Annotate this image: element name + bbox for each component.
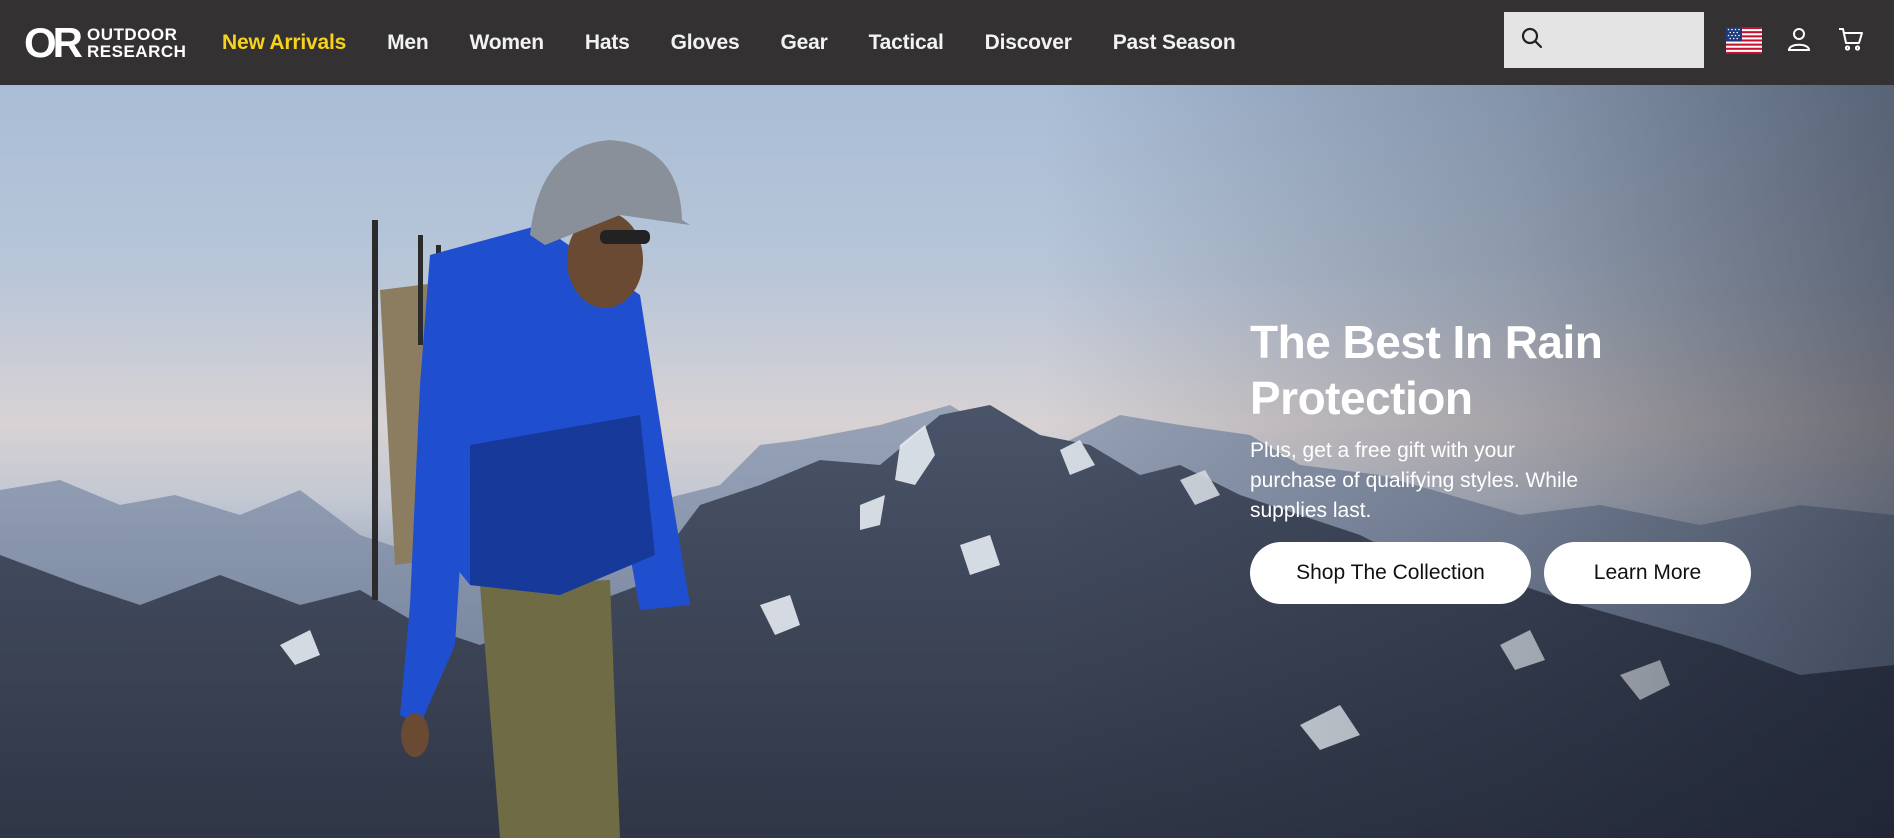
site-header: OR OUTDOOR RESEARCH New Arrivals Men Wom… [0,0,1894,85]
search-input[interactable] [1554,20,1694,60]
hero-subtitle: Plus, get a free gift with your purchase… [1250,439,1578,522]
logo-line-2: RESEARCH [87,42,187,61]
account-button[interactable] [1784,26,1814,56]
search-icon[interactable] [1520,26,1544,55]
search-bar[interactable] [1504,12,1704,68]
user-icon [1787,26,1811,57]
nav-item-new-arrivals[interactable]: New Arrivals [222,31,346,55]
main-nav: New Arrivals Men Women Hats Gloves Gear … [222,0,1276,85]
hero-title: The Best In Rain Protection [1250,314,1770,426]
cart-icon [1838,27,1864,56]
logo-line-1: OUTDOOR [87,25,178,44]
cart-button[interactable] [1836,26,1866,56]
nav-item-discover[interactable]: Discover [985,31,1072,55]
nav-item-past-season[interactable]: Past Season [1113,31,1236,55]
shop-collection-button[interactable]: Shop The Collection [1250,542,1531,604]
nav-item-tactical[interactable]: Tactical [869,31,944,55]
nav-item-gear[interactable]: Gear [780,31,827,55]
nav-item-women[interactable]: Women [469,31,544,55]
hero-title-line-1: The Best In Rain [1250,316,1603,368]
brand-logo[interactable]: OR OUTDOOR RESEARCH [24,22,186,64]
hero-content: The Best In Rain Protection Plus, get a … [1250,314,1770,604]
nav-item-hats[interactable]: Hats [585,31,630,55]
learn-more-button[interactable]: Learn More [1544,542,1751,604]
logo-wordmark: OUTDOOR RESEARCH [87,26,186,60]
logo-mark: OR [24,19,83,66]
us-flag-icon[interactable] [1726,27,1762,54]
nav-item-men[interactable]: Men [387,31,429,55]
nav-item-gloves[interactable]: Gloves [671,31,740,55]
hero-buttons: Shop The Collection Learn More [1250,542,1770,604]
hero-banner: The Best In Rain Protection Plus, get a … [0,85,1894,838]
hero-title-line-2: Protection [1250,372,1473,424]
